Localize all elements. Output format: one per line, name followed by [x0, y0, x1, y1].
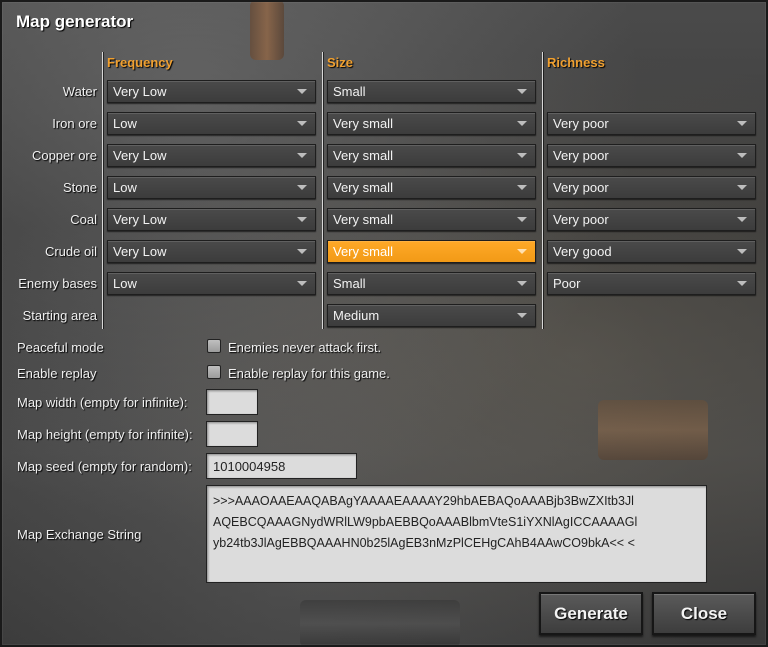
dropdown-value: Very small: [333, 148, 393, 163]
dropdown-value: Low: [113, 116, 137, 131]
map-width-label: Map width (empty for infinite):: [17, 395, 188, 410]
chevron-down-icon: [517, 217, 527, 222]
dropdown-value: Very Low: [113, 84, 167, 99]
map-height-input[interactable]: [206, 421, 258, 447]
dropdown-value: Very small: [333, 116, 393, 131]
column-divider: [542, 52, 543, 329]
stone-richness-dropdown[interactable]: Very poor: [547, 176, 756, 199]
map-seed-input[interactable]: [206, 453, 357, 479]
map-exchange-string-textbox[interactable]: >>>AAAOAAEAAQABAgYAAAAEAAAAY29hbAEBAQoAA…: [206, 485, 707, 583]
coal-size-dropdown[interactable]: Very small: [327, 208, 536, 231]
dropdown-value: Low: [113, 276, 137, 291]
chevron-down-icon: [297, 153, 307, 158]
dropdown-value: Low: [113, 180, 137, 195]
chevron-down-icon: [517, 121, 527, 126]
resource-label-stone: Stone: [63, 180, 97, 195]
map-exchange-label: Map Exchange String: [17, 527, 142, 542]
chevron-down-icon: [517, 185, 527, 190]
crude-oil-size-dropdown[interactable]: Very small: [327, 240, 536, 263]
window-title: Map generator: [16, 12, 134, 31]
crude-oil-frequency-dropdown[interactable]: Very Low: [107, 240, 316, 263]
peaceful-mode-label: Peaceful mode: [17, 340, 104, 355]
close-button[interactable]: Close: [652, 592, 756, 635]
dropdown-value: Very poor: [553, 148, 609, 163]
peaceful-mode-description: Enemies never attack first.: [228, 340, 382, 355]
chevron-down-icon: [737, 153, 747, 158]
stone-size-dropdown[interactable]: Very small: [327, 176, 536, 199]
dropdown-value: Very poor: [553, 212, 609, 227]
enable-replay-label: Enable replay: [17, 366, 97, 381]
size-column-header: Size: [327, 55, 354, 70]
enemy-bases-richness-dropdown[interactable]: Poor: [547, 272, 756, 295]
frequency-column-header: Frequency: [107, 55, 173, 70]
chevron-down-icon: [517, 281, 527, 286]
copper-ore-size-dropdown[interactable]: Very small: [327, 144, 536, 167]
chevron-down-icon: [517, 153, 527, 158]
chevron-down-icon: [517, 249, 527, 254]
coal-richness-dropdown[interactable]: Very poor: [547, 208, 756, 231]
enable-replay-checkbox[interactable]: [207, 365, 221, 379]
enemy-bases-size-dropdown[interactable]: Small: [327, 272, 536, 295]
dropdown-value: Small: [333, 84, 366, 99]
column-divider: [322, 52, 323, 329]
water-frequency-dropdown[interactable]: Very Low: [107, 80, 316, 103]
chevron-down-icon: [297, 249, 307, 254]
chevron-down-icon: [297, 185, 307, 190]
water-size-dropdown[interactable]: Small: [327, 80, 536, 103]
chevron-down-icon: [297, 217, 307, 222]
dropdown-value: Very poor: [553, 116, 609, 131]
resource-label-crude-oil: Crude oil: [44, 244, 97, 259]
dropdown-value: Small: [333, 276, 366, 291]
resource-label-starting-area: Starting area: [22, 308, 97, 323]
stone-frequency-dropdown[interactable]: Low: [107, 176, 316, 199]
chevron-down-icon: [737, 185, 747, 190]
iron-ore-frequency-dropdown[interactable]: Low: [107, 112, 316, 135]
copper-ore-richness-dropdown[interactable]: Very poor: [547, 144, 756, 167]
exchange-string-line: yb24tb3JlAgEBBQAAAHN0b25lAgEB3nMzPlCEHgC…: [213, 536, 635, 550]
iron-ore-richness-dropdown[interactable]: Very poor: [547, 112, 756, 135]
chevron-down-icon: [517, 89, 527, 94]
generate-button[interactable]: Generate: [539, 592, 643, 635]
peaceful-mode-checkbox[interactable]: [207, 339, 221, 353]
crude-oil-richness-dropdown[interactable]: Very good: [547, 240, 756, 263]
exchange-string-line: >>>AAAOAAEAAQABAgYAAAAEAAAAY29hbAEBAQoAA…: [213, 494, 634, 508]
map-generator-window: Map generator Frequency Size Richness Wa…: [0, 0, 768, 647]
resource-label-copper-ore: Copper ore: [31, 148, 97, 163]
dropdown-value: Poor: [553, 276, 581, 291]
dropdown-value: Very good: [553, 244, 612, 259]
chevron-down-icon: [737, 281, 747, 286]
enable-replay-description: Enable replay for this game.: [228, 366, 390, 381]
resource-label-iron-ore: Iron ore: [52, 116, 97, 131]
resource-label-enemy-bases: Enemy bases: [18, 276, 97, 291]
iron-ore-size-dropdown[interactable]: Very small: [327, 112, 536, 135]
copper-ore-frequency-dropdown[interactable]: Very Low: [107, 144, 316, 167]
enemy-bases-frequency-dropdown[interactable]: Low: [107, 272, 316, 295]
resource-label-coal: Coal: [70, 212, 97, 227]
starting-area-size-dropdown[interactable]: Medium: [327, 304, 536, 327]
dropdown-value: Very small: [333, 180, 393, 195]
dropdown-value: Very Low: [113, 212, 167, 227]
dropdown-value: Very Low: [113, 244, 167, 259]
dropdown-value: Very Low: [113, 148, 167, 163]
dropdown-value: Very small: [333, 244, 393, 259]
column-divider: [102, 52, 103, 329]
map-height-label: Map height (empty for infinite):: [17, 427, 193, 442]
coal-frequency-dropdown[interactable]: Very Low: [107, 208, 316, 231]
dropdown-value: Very poor: [553, 180, 609, 195]
chevron-down-icon: [737, 249, 747, 254]
chevron-down-icon: [737, 121, 747, 126]
resource-label-water: Water: [62, 84, 97, 99]
dropdown-value: Very small: [333, 212, 393, 227]
chevron-down-icon: [517, 313, 527, 318]
chevron-down-icon: [737, 217, 747, 222]
dropdown-value: Medium: [333, 308, 380, 323]
map-width-input[interactable]: [206, 389, 258, 415]
chevron-down-icon: [297, 89, 307, 94]
chevron-down-icon: [297, 281, 307, 286]
exchange-string-line: AQEBCQAAAGNydWRlLW9pbAEBBQoAAABlbmVteS1i…: [213, 515, 638, 529]
chevron-down-icon: [297, 121, 307, 126]
richness-column-header: Richness: [547, 55, 605, 70]
map-seed-label: Map seed (empty for random):: [17, 459, 192, 474]
